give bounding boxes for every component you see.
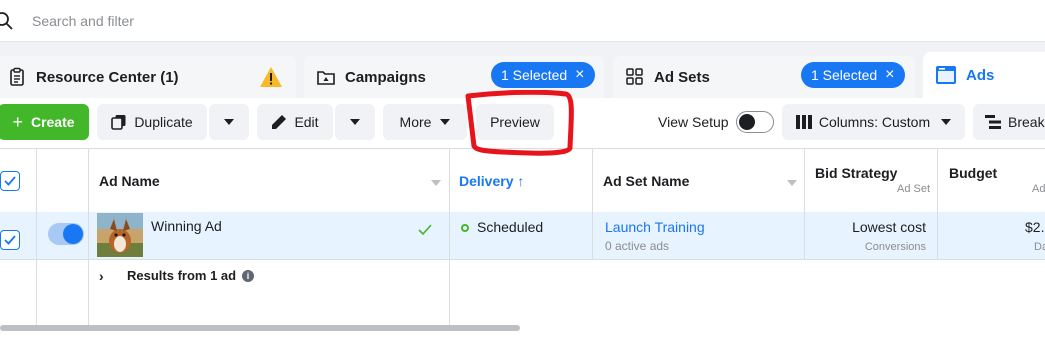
view-setup-label: View Setup (658, 114, 729, 130)
header-ad-set-name[interactable]: Ad Set Name (603, 173, 689, 189)
results-summary: Results from 1 ad (127, 268, 237, 283)
column-divider (449, 149, 450, 325)
column-divider (88, 149, 89, 325)
bid-strategy-value: Lowest cost (852, 219, 926, 235)
more-button[interactable]: More (383, 104, 467, 140)
tab-label: Campaigns (345, 68, 426, 86)
checkmark-icon (4, 176, 16, 186)
toggle-knob (63, 224, 83, 244)
ad-set-sub: 0 active ads (605, 239, 670, 253)
clipboard-icon (10, 67, 24, 86)
selected-count: 1 Selected (811, 67, 878, 83)
check-icon (418, 224, 432, 236)
budget-value: $2. (1025, 219, 1045, 235)
header-delivery-label: Delivery (459, 173, 514, 189)
edit-label: Edit (294, 114, 319, 130)
header-budget[interactable]: Budget (949, 165, 997, 181)
columns-icon (795, 115, 812, 129)
columns-label: Columns: Custom (818, 114, 931, 130)
toolbar: + Create Duplicate Edit More Preview Vie… (0, 98, 1045, 148)
view-setup-toggle[interactable] (736, 111, 774, 133)
select-all-checkbox[interactable] (0, 171, 20, 191)
tab-campaigns[interactable]: Campaigns 1 Selected × (304, 56, 604, 98)
warning-icon (260, 67, 282, 87)
budget-sub: Da (1034, 241, 1045, 253)
preview-label: Preview (490, 114, 540, 130)
ad-sets-selected-pill[interactable]: 1 Selected × (801, 62, 905, 88)
ad-status-toggle[interactable] (48, 223, 84, 245)
expand-chevron-icon[interactable]: › (99, 268, 104, 284)
sort-chevron-icon[interactable] (431, 180, 441, 186)
checkmark-icon (4, 235, 16, 245)
edit-dropdown-button[interactable] (335, 104, 375, 140)
chevron-down-icon (224, 119, 234, 125)
ads-table: Ad Name Delivery ↑ Ad Set Name Bid Strat… (0, 148, 1045, 326)
toggle-knob (739, 114, 755, 130)
chevron-down-icon (941, 119, 952, 125)
row-checkbox[interactable] (0, 230, 20, 250)
info-icon[interactable]: i (242, 270, 254, 282)
more-label: More (399, 114, 432, 130)
horizontal-scrollbar[interactable] (0, 325, 520, 331)
duplicate-dropdown-button[interactable] (209, 104, 249, 140)
chevron-down-icon (440, 119, 451, 125)
ad-window-icon (936, 66, 956, 84)
tab-ad-sets[interactable]: Ad Sets 1 Selected × (613, 56, 915, 98)
header-bid-strategy[interactable]: Bid Strategy (815, 165, 897, 181)
duplicate-button[interactable]: Duplicate (97, 104, 207, 140)
ad-name-link[interactable]: Winning Ad (151, 218, 222, 234)
campaigns-selected-pill[interactable]: 1 Selected × (491, 62, 595, 88)
pencil-icon (272, 115, 287, 129)
column-divider (804, 149, 805, 259)
columns-button[interactable]: Columns: Custom (782, 104, 965, 140)
preview-button[interactable]: Preview (476, 104, 554, 140)
duplicate-label: Duplicate (134, 114, 193, 130)
close-icon[interactable]: × (885, 67, 894, 83)
tab-label: Ad Sets (654, 68, 710, 86)
scheduled-status-dot (461, 224, 469, 232)
sort-up-arrow-icon: ↑ (517, 173, 525, 189)
ad-set-link[interactable]: Launch Training (605, 219, 705, 235)
ad-thumbnail-dog[interactable] (97, 213, 143, 257)
header-ad-name[interactable]: Ad Name (99, 173, 160, 189)
create-button[interactable]: + Create (0, 104, 89, 140)
grid-icon (626, 68, 643, 85)
tab-label: Ads (966, 66, 995, 84)
chevron-down-icon (350, 119, 360, 125)
duplicate-icon (111, 115, 126, 130)
plus-icon: + (12, 111, 23, 132)
header-budget-sub: Ad (1032, 183, 1045, 195)
breakdown-button[interactable]: Breakd (973, 104, 1045, 140)
delivery-status: Scheduled (477, 219, 544, 235)
header-bid-strategy-sub: Ad Set (897, 183, 931, 195)
tab-ads[interactable]: Ads (923, 52, 1045, 98)
close-icon[interactable]: × (575, 67, 584, 83)
sort-chevron-icon[interactable] (787, 180, 797, 186)
search-icon[interactable] (0, 11, 14, 31)
create-label: Create (30, 114, 75, 130)
column-divider (592, 149, 593, 259)
folder-icon (317, 71, 335, 85)
breakdown-icon (985, 115, 1001, 129)
column-divider (937, 149, 938, 259)
tab-resource-center[interactable]: Resource Center (1) (0, 56, 296, 98)
bid-strategy-sub: Conversions (864, 241, 926, 253)
column-divider (36, 149, 37, 325)
search-input[interactable] (32, 10, 932, 32)
edit-button[interactable]: Edit (257, 104, 333, 140)
header-delivery[interactable]: Delivery ↑ (459, 173, 524, 189)
selected-count: 1 Selected (501, 67, 568, 83)
row-divider (0, 259, 1045, 260)
breakdown-label: Breakd (1008, 114, 1045, 130)
tab-label: Resource Center (1) (36, 68, 179, 86)
search-bar (0, 0, 1045, 42)
